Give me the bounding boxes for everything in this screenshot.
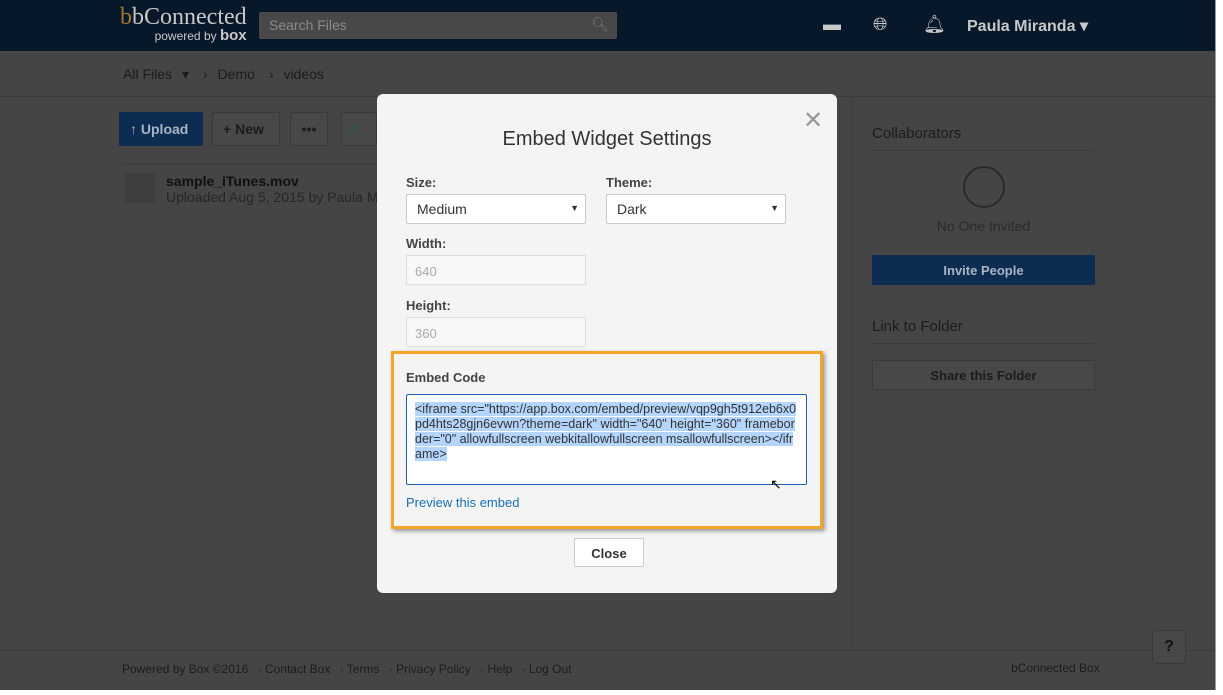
- footer-logout[interactable]: Log Out: [529, 662, 572, 676]
- new-button[interactable]: + New: [212, 112, 280, 146]
- bookmark-button[interactable]: ⁄: [341, 112, 377, 146]
- search-input[interactable]: Search Files 🔍︎: [259, 12, 617, 39]
- embed-dialog: Embed Widget Settings ✕ Size: Medium ▼ Th…: [377, 94, 837, 593]
- file-meta: Uploaded Aug 5, 2015 by Paula Miranda: [166, 189, 418, 205]
- video-thumbnail-icon: [125, 173, 155, 203]
- theme-select[interactable]: Dark ▼: [606, 194, 786, 224]
- folder-icon[interactable]: ▬: [823, 14, 841, 35]
- height-label: Height:: [406, 298, 451, 313]
- breadcrumb: All Files ▾ › Demo › videos: [123, 66, 334, 83]
- dialog-title: Embed Widget Settings: [502, 128, 712, 150]
- upload-label: Upload: [140, 121, 189, 137]
- user-name: Paula Miranda: [967, 18, 1076, 35]
- chevron-down-icon: ▼: [570, 203, 579, 213]
- footer-brand: bConnected Box: [1011, 661, 1100, 675]
- plus-icon: +: [223, 121, 232, 137]
- globe-icon[interactable]: 🌐︎: [873, 14, 887, 35]
- chevron-down-icon: ▾: [1079, 18, 1088, 35]
- help-button[interactable]: ?: [1152, 630, 1186, 664]
- footer-privacy[interactable]: Privacy Policy: [396, 662, 471, 676]
- embed-code-label: Embed Code: [406, 370, 486, 385]
- preview-embed-link[interactable]: Preview this embed: [406, 495, 519, 510]
- search-icon[interactable]: 🔍︎: [591, 16, 609, 33]
- width-field[interactable]: 640: [406, 255, 586, 285]
- separator-icon: ›: [268, 66, 274, 82]
- no-one-invited: No One Invited: [936, 218, 1031, 234]
- upload-button[interactable]: ↑ Upload: [119, 112, 203, 146]
- share-folder-button[interactable]: Share this Folder: [872, 360, 1095, 390]
- search-placeholder: Search Files: [269, 17, 347, 33]
- user-menu[interactable]: Paula Miranda ▾: [967, 16, 1088, 36]
- theme-value: Dark: [617, 201, 647, 217]
- crumb-demo[interactable]: Demo: [218, 66, 255, 82]
- caret-icon: ▾: [182, 66, 190, 82]
- sidebar: Collaborators No One Invited Invite Peop…: [851, 97, 1216, 647]
- more-button[interactable]: •••: [290, 112, 328, 146]
- crumb-all-files[interactable]: All Files: [123, 66, 172, 82]
- annotation-icon: ⁄: [352, 121, 355, 137]
- size-value: Medium: [417, 201, 467, 217]
- separator-icon: ›: [202, 66, 208, 82]
- footer-terms[interactable]: Terms: [347, 662, 380, 676]
- new-label: New: [235, 121, 264, 137]
- logo-sub: powered by: [154, 29, 217, 43]
- footer-copyright: Powered by Box ©2016: [122, 662, 249, 676]
- arrow-up-icon: ↑: [130, 121, 137, 137]
- mouse-cursor-icon: ↖: [770, 476, 782, 492]
- footer-contact[interactable]: Contact Box: [265, 662, 330, 676]
- close-icon[interactable]: ✕: [803, 106, 823, 135]
- width-label: Width:: [406, 236, 447, 251]
- footer: Powered by Box ©2016 · Contact Box · Ter…: [0, 650, 1215, 690]
- crumb-videos: videos: [283, 66, 324, 82]
- logo[interactable]: bbConnected powered by box: [120, 4, 247, 44]
- size-label: Size:: [406, 175, 437, 190]
- theme-label: Theme:: [606, 175, 653, 190]
- bell-icon[interactable]: 🔔︎: [923, 14, 946, 35]
- height-field[interactable]: 360: [406, 317, 586, 347]
- embed-code-text: <iframe src="https://app.box.com/embed/p…: [415, 402, 797, 461]
- logo-brand: box: [219, 27, 247, 44]
- embed-code-textarea[interactable]: <iframe src="https://app.box.com/embed/p…: [406, 394, 807, 485]
- collaborators-title: Collaborators: [872, 125, 1095, 151]
- top-bar: bbConnected powered by box Search Files 🔍…: [0, 0, 1215, 51]
- invite-people-button[interactable]: Invite People: [872, 255, 1095, 285]
- link-title: Link to Folder: [872, 318, 1095, 344]
- size-select[interactable]: Medium ▼: [406, 194, 586, 224]
- close-button[interactable]: Close: [574, 538, 644, 567]
- footer-help[interactable]: Help: [487, 662, 512, 676]
- chevron-down-icon: ▼: [770, 203, 779, 213]
- user-icon: [963, 166, 1005, 208]
- file-row[interactable]: sample_iTunes.mov Uploaded Aug 5, 2015 b…: [122, 164, 418, 205]
- file-name[interactable]: sample_iTunes.mov: [166, 173, 382, 189]
